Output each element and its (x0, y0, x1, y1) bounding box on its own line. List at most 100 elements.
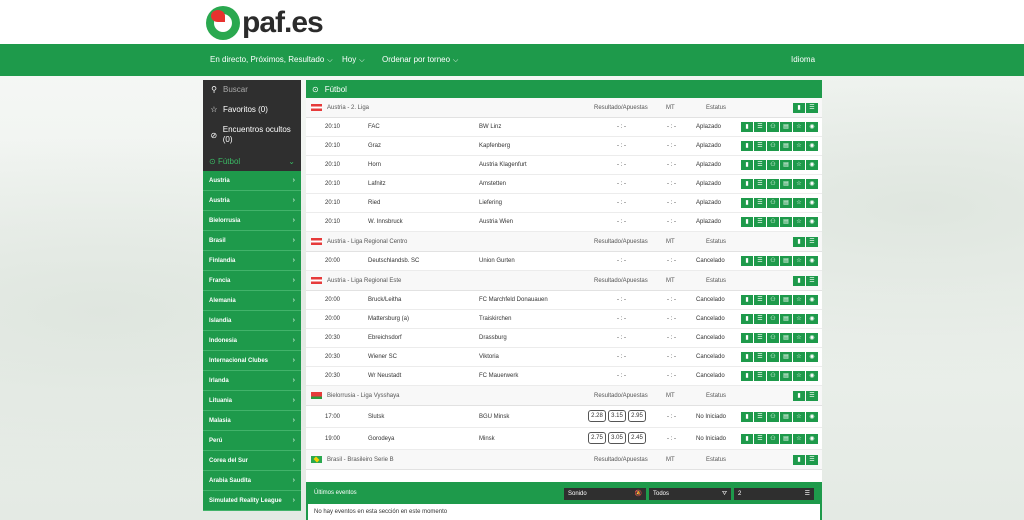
document-icon[interactable]: ▤ (780, 256, 792, 266)
sidebar-country-item[interactable]: Francia › (203, 271, 301, 291)
stats-icon[interactable]: ▮ (793, 455, 805, 465)
sidebar-country-item[interactable]: Bielorrusia › (203, 211, 301, 231)
eye-icon[interactable]: ◉ (806, 198, 818, 208)
list-icon[interactable]: ☰ (754, 256, 766, 266)
match-row[interactable]: 20:10 W. Innsbruck Austria Wien - : - - : - A… (306, 213, 822, 232)
star-icon[interactable]: ☆ (793, 295, 805, 305)
eye-icon[interactable]: ◉ (806, 434, 818, 444)
list-icon[interactable]: ☰ (754, 141, 766, 151)
sound-toggle[interactable]: Sonido 🔕 (564, 488, 646, 500)
odds-button[interactable]: 3.05 (608, 432, 626, 445)
document-icon[interactable]: ▤ (780, 141, 792, 151)
sidebar-country-item[interactable]: Brasil › (203, 231, 301, 251)
stats-icon[interactable]: ▮ (741, 371, 753, 381)
match-row[interactable]: 20:00 Bruck/Leitha FC Marchfeld Donauauen -… (306, 291, 822, 310)
stats-icon[interactable]: ▮ (741, 141, 753, 151)
list-icon[interactable]: ☰ (806, 237, 818, 247)
list-icon[interactable]: ☰ (754, 122, 766, 132)
eye-icon[interactable]: ◉ (806, 179, 818, 189)
match-row[interactable]: 20:10 FAC BW Linz - : - - : - Aplazado ▮ ☰ ⚇ ▤ ☆ ◉ (306, 118, 822, 137)
star-icon[interactable]: ☆ (793, 352, 805, 362)
sidebar-country-item[interactable]: Perú › (203, 431, 301, 451)
lineup-icon[interactable]: ⚇ (767, 122, 779, 132)
nav-language[interactable]: Idioma (791, 44, 815, 76)
star-icon[interactable]: ☆ (793, 122, 805, 132)
sidebar-country-item[interactable]: Simulated Reality League › (203, 491, 301, 511)
document-icon[interactable]: ▤ (780, 160, 792, 170)
list-icon[interactable]: ☰ (806, 276, 818, 286)
stats-icon[interactable]: ▮ (793, 237, 805, 247)
document-icon[interactable]: ▤ (780, 371, 792, 381)
stats-icon[interactable]: ▮ (741, 217, 753, 227)
sidebar-hidden-matches[interactable]: ⊘ Encuentros ocultos (0) (203, 119, 301, 151)
eye-icon[interactable]: ◉ (806, 352, 818, 362)
star-icon[interactable]: ☆ (793, 333, 805, 343)
document-icon[interactable]: ▤ (780, 122, 792, 132)
sidebar-country-item[interactable]: Alemania › (203, 291, 301, 311)
lineup-icon[interactable]: ⚇ (767, 434, 779, 444)
lineup-icon[interactable]: ⚇ (767, 412, 779, 422)
list-icon[interactable]: ☰ (754, 371, 766, 381)
match-row[interactable]: 20:10 Graz Kapfenberg - : - - : - Aplazado ▮ ☰ ⚇… (306, 137, 822, 156)
lineup-icon[interactable]: ⚇ (767, 198, 779, 208)
list-icon[interactable]: ☰ (754, 217, 766, 227)
lineup-icon[interactable]: ⚇ (767, 314, 779, 324)
stats-icon[interactable]: ▮ (741, 295, 753, 305)
sidebar-country-item[interactable]: Arabia Saudita › (203, 471, 301, 491)
match-row[interactable]: 20:00 Deutschlandsb. SC Union Gurten - : - -… (306, 252, 822, 271)
match-row[interactable]: 20:30 Wr Neustadt FC Mauerwerk - : - - : - Ca… (306, 367, 822, 386)
star-icon[interactable]: ☆ (793, 217, 805, 227)
sidebar-country-item[interactable]: Indonesia › (203, 331, 301, 351)
stats-icon[interactable]: ▮ (741, 412, 753, 422)
eye-icon[interactable]: ◉ (806, 314, 818, 324)
stats-icon[interactable]: ▮ (741, 256, 753, 266)
star-icon[interactable]: ☆ (793, 434, 805, 444)
sidebar-country-item[interactable]: Lituania › (203, 391, 301, 411)
star-icon[interactable]: ☆ (793, 371, 805, 381)
sidebar-favorites[interactable]: ☆ Favoritos (0) (203, 99, 301, 119)
lineup-icon[interactable]: ⚇ (767, 371, 779, 381)
star-icon[interactable]: ☆ (793, 160, 805, 170)
count-select[interactable]: 2 ☰ (734, 488, 814, 500)
document-icon[interactable]: ▤ (780, 352, 792, 362)
list-icon[interactable]: ☰ (806, 391, 818, 401)
sidebar-country-item[interactable]: Islandia › (203, 311, 301, 331)
star-icon[interactable]: ☆ (793, 141, 805, 151)
stats-icon[interactable]: ▮ (793, 103, 805, 113)
eye-icon[interactable]: ◉ (806, 141, 818, 151)
stats-icon[interactable]: ▮ (741, 434, 753, 444)
stats-icon[interactable]: ▮ (793, 391, 805, 401)
stats-icon[interactable]: ▮ (741, 122, 753, 132)
match-row[interactable]: 20:10 Ried Liefering - : - - : - Aplazado ▮ ☰ ⚇ ▤… (306, 194, 822, 213)
match-row[interactable]: 20:30 Ebreichsdorf Drassburg - : - - : - Canc… (306, 329, 822, 348)
lineup-icon[interactable]: ⚇ (767, 217, 779, 227)
match-row[interactable]: 20:10 Horn Austria Klagenfurt - : - - : - Apl… (306, 156, 822, 175)
match-row[interactable]: 20:10 Lafnitz Amstetten - : - - : - Aplazado ▮… (306, 175, 822, 194)
eye-icon[interactable]: ◉ (806, 333, 818, 343)
document-icon[interactable]: ▤ (780, 333, 792, 343)
lineup-icon[interactable]: ⚇ (767, 160, 779, 170)
document-icon[interactable]: ▤ (780, 314, 792, 324)
list-icon[interactable]: ☰ (754, 295, 766, 305)
document-icon[interactable]: ▤ (780, 179, 792, 189)
eye-icon[interactable]: ◉ (806, 371, 818, 381)
list-icon[interactable]: ☰ (754, 160, 766, 170)
sidebar-country-item[interactable]: Finlandia › (203, 251, 301, 271)
star-icon[interactable]: ☆ (793, 412, 805, 422)
star-icon[interactable]: ☆ (793, 198, 805, 208)
sidebar-sport-football[interactable]: ⊙ Fútbol ⌄ (203, 151, 301, 171)
stats-icon[interactable]: ▮ (741, 333, 753, 343)
lineup-icon[interactable]: ⚇ (767, 256, 779, 266)
match-row[interactable]: 20:00 Mattersburg (a) Traiskirchen - : - - :… (306, 310, 822, 329)
lineup-icon[interactable]: ⚇ (767, 333, 779, 343)
list-icon[interactable]: ☰ (754, 412, 766, 422)
document-icon[interactable]: ▤ (780, 198, 792, 208)
sidebar-country-item[interactable]: Irlanda › (203, 371, 301, 391)
odds-button[interactable]: 2.28 (588, 410, 606, 423)
list-icon[interactable]: ☰ (754, 198, 766, 208)
list-icon[interactable]: ☰ (754, 333, 766, 343)
document-icon[interactable]: ▤ (780, 217, 792, 227)
list-icon[interactable]: ☰ (806, 103, 818, 113)
lineup-icon[interactable]: ⚇ (767, 179, 779, 189)
eye-icon[interactable]: ◉ (806, 295, 818, 305)
